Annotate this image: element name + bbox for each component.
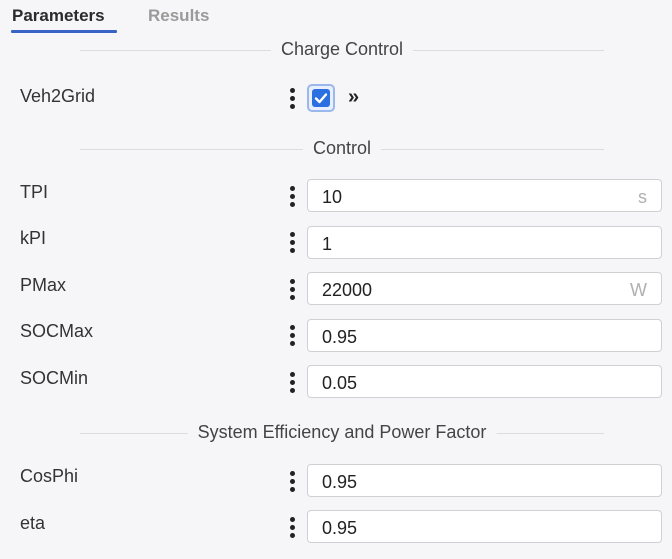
check-icon — [314, 93, 328, 104]
more-options-icon[interactable] — [287, 370, 297, 394]
socmax-input[interactable]: 0.95 — [307, 319, 662, 352]
input-value: 0.95 — [322, 327, 358, 347]
input-value: 0.95 — [322, 518, 358, 538]
section-title: Charge Control — [270, 39, 414, 60]
param-label-eta: eta — [20, 513, 46, 533]
param-label-tpi: TPI — [20, 182, 49, 202]
tab-bar: Parameters Results — [0, 0, 672, 34]
unit-label: W — [630, 280, 647, 300]
more-options-icon[interactable] — [287, 277, 297, 301]
section-control: Control — [80, 138, 604, 160]
input-value: 10 — [322, 187, 343, 207]
eta-input[interactable]: 0.95 — [307, 510, 662, 543]
tab-results[interactable]: Results — [148, 6, 209, 26]
section-charge-control: Charge Control — [80, 39, 604, 61]
tab-parameters[interactable]: Parameters — [12, 6, 105, 26]
param-label-socmin: SOCMin — [20, 368, 89, 388]
more-options-icon[interactable] — [287, 323, 297, 347]
pmax-input[interactable]: 22000 W — [307, 272, 662, 305]
unit-label: s — [638, 187, 647, 207]
input-value: 0.95 — [322, 472, 358, 492]
section-title: Control — [302, 138, 382, 159]
expand-icon[interactable]: » — [348, 86, 359, 109]
socmin-input[interactable]: 0.05 — [307, 365, 662, 398]
param-label-veh2grid: Veh2Grid — [20, 86, 96, 106]
veh2grid-checkbox[interactable] — [307, 84, 335, 112]
more-options-icon[interactable] — [287, 184, 297, 208]
more-options-icon[interactable] — [287, 469, 297, 493]
input-value: 0.05 — [322, 373, 358, 393]
input-value: 1 — [322, 234, 333, 254]
tpi-input[interactable]: 10 s — [307, 179, 662, 212]
kpi-input[interactable]: 1 — [307, 226, 662, 259]
cosphi-input[interactable]: 0.95 — [307, 464, 662, 497]
param-label-socmax: SOCMax — [20, 321, 94, 341]
section-title: System Efficiency and Power Factor — [187, 422, 497, 443]
active-tab-indicator — [11, 30, 117, 33]
param-label-kpi: kPI — [20, 228, 47, 248]
section-efficiency: System Efficiency and Power Factor — [80, 422, 604, 444]
param-label-pmax: PMax — [20, 275, 67, 295]
more-options-icon[interactable] — [287, 230, 297, 254]
input-value: 22000 — [322, 280, 373, 300]
more-options-icon[interactable] — [287, 86, 297, 110]
more-options-icon[interactable] — [287, 515, 297, 539]
param-label-cosphi: CosPhi — [20, 466, 79, 486]
